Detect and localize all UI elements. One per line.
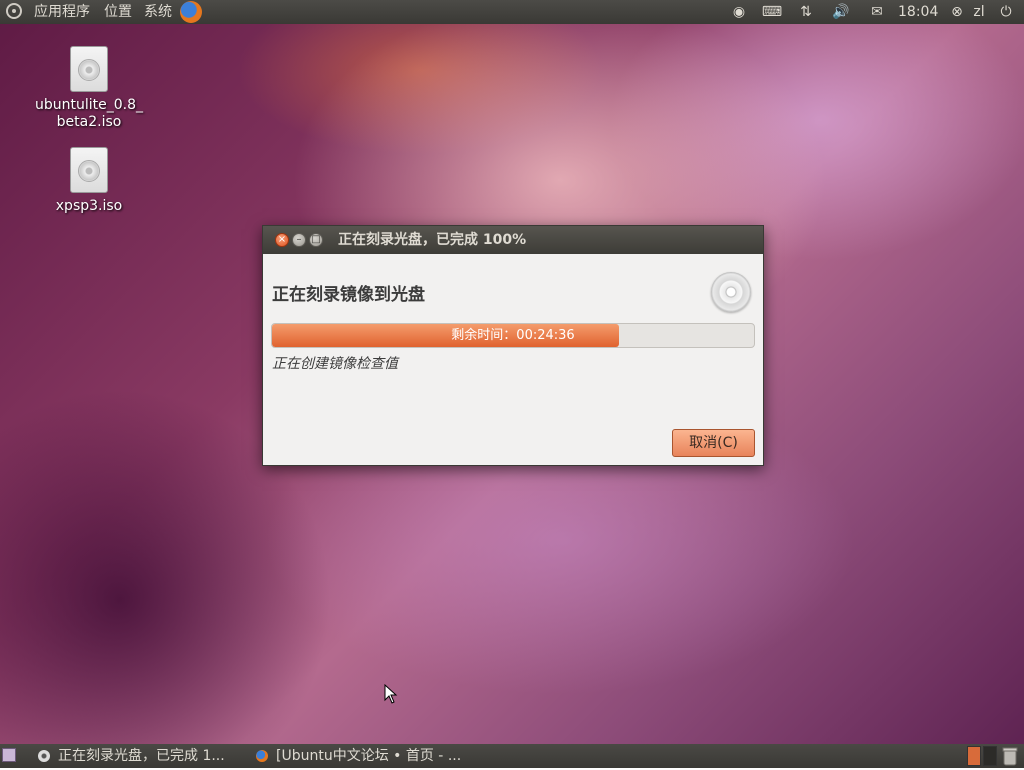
taskbar-item-label: 正在刻录光盘，已完成 1... xyxy=(58,748,225,764)
desktop-icon-xpsp3-iso[interactable]: xpsp3.iso xyxy=(34,147,144,215)
clock[interactable]: 18:04 xyxy=(898,0,938,24)
maximize-icon[interactable]: □ xyxy=(309,233,323,247)
desktop-icon-label: ubuntulite_0.8_ beta2.iso xyxy=(34,97,143,130)
ubuntu-logo-icon[interactable] xyxy=(6,3,22,19)
cancel-button[interactable]: 取消(C) xyxy=(672,429,755,457)
desktop-icon-ubuntulite-iso[interactable]: ubuntulite_0.8_ beta2.iso xyxy=(34,46,144,131)
workspace-2[interactable] xyxy=(983,746,997,766)
power-icon[interactable]: ⏻ xyxy=(996,0,1016,24)
trash-icon[interactable] xyxy=(1002,746,1018,766)
firefox-icon xyxy=(256,750,268,762)
menu-places[interactable]: 位置 xyxy=(104,0,132,24)
menu-system[interactable]: 系统 xyxy=(144,0,172,24)
bottom-panel: 正在刻录光盘，已完成 1... [Ubuntu中文论坛 • 首页 - ... xyxy=(0,744,1024,768)
mouse-cursor-icon xyxy=(384,684,398,704)
firefox-launcher-icon[interactable] xyxy=(180,1,202,23)
minimize-icon[interactable]: – xyxy=(292,233,306,247)
burn-progress-dialog: × – □ 正在刻录光盘，已完成 100% 正在刻录镜像到光盘 剩余时间：00:… xyxy=(262,225,764,466)
progress-text: 剩余时间：00:24:36 xyxy=(451,328,575,343)
network-icon[interactable]: ⇅ xyxy=(795,0,817,24)
disc-activity-icon[interactable]: ◉ xyxy=(730,0,748,24)
iso-file-icon xyxy=(70,46,108,92)
keyboard-icon[interactable]: ⌨ xyxy=(760,0,784,24)
show-desktop-icon[interactable] xyxy=(2,748,16,762)
taskbar-item-label: [Ubuntu中文论坛 • 首页 - ... xyxy=(276,748,462,764)
disc-icon xyxy=(38,750,50,762)
dialog-titlebar[interactable]: × – □ 正在刻录光盘，已完成 100% xyxy=(263,226,763,254)
desktop-icon-label: xpsp3.iso xyxy=(55,198,123,214)
status-text: 正在创建镜像检查值 xyxy=(272,356,398,372)
dialog-title: 正在刻录光盘，已完成 100% xyxy=(338,232,527,248)
dialog-heading: 正在刻录镜像到光盘 xyxy=(272,285,425,305)
taskbar-item-burn[interactable]: 正在刻录光盘，已完成 1... xyxy=(38,746,246,766)
top-panel: 应用程序 位置 系统 ◉ ⌨ ⇅ 🔊 ✉ 18:04 ⊗ zl ⏻ xyxy=(0,0,1024,24)
close-icon[interactable]: × xyxy=(275,233,289,247)
workspace-1[interactable] xyxy=(967,746,981,766)
session-close-icon[interactable]: ⊗ xyxy=(948,0,966,24)
iso-file-icon xyxy=(70,147,108,193)
menu-applications[interactable]: 应用程序 xyxy=(34,0,90,24)
progress-bar: 剩余时间：00:24:36 xyxy=(271,323,755,348)
user-name[interactable]: zl xyxy=(968,0,990,24)
taskbar-item-firefox[interactable]: [Ubuntu中文论坛 • 首页 - ... xyxy=(256,746,468,766)
cd-disc-icon xyxy=(711,272,751,312)
mail-icon[interactable]: ✉ xyxy=(866,0,888,24)
volume-icon[interactable]: 🔊 xyxy=(830,0,852,24)
